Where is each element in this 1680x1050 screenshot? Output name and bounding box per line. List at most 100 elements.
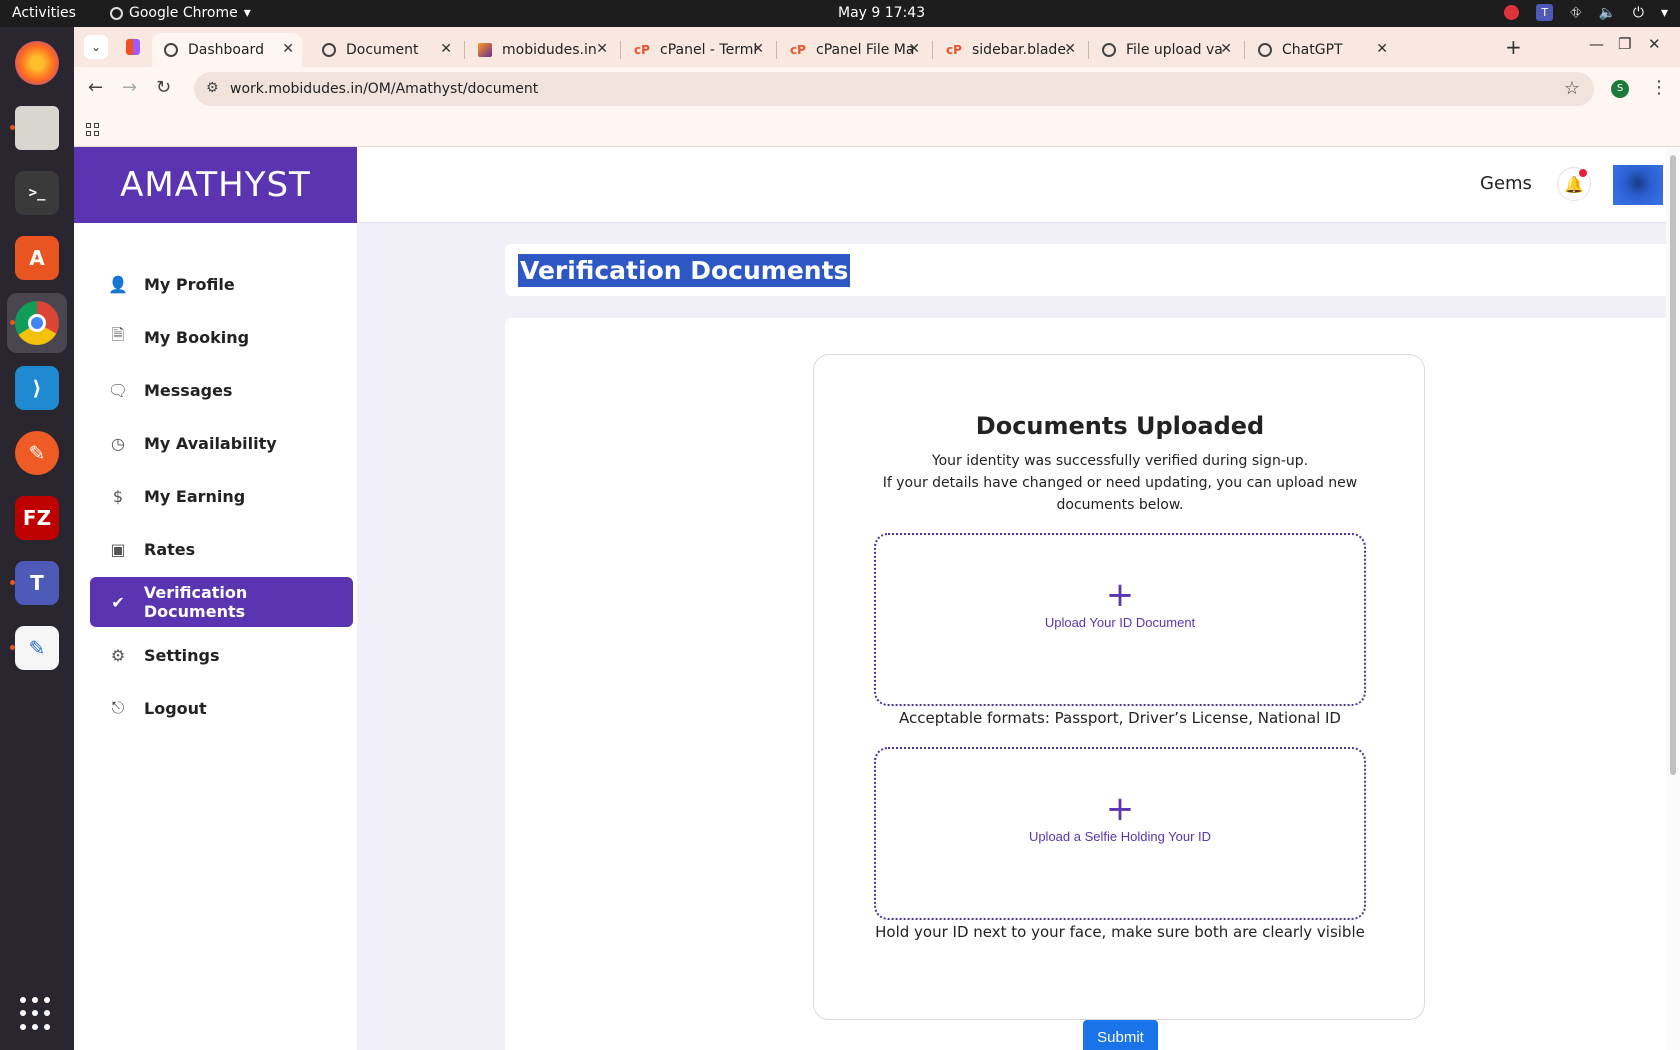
scrollbar-thumb[interactable] xyxy=(1670,155,1676,775)
tab-sidebar-blade[interactable]: cP sidebar.blade. ✕ xyxy=(934,33,1084,67)
browser-window: ⌄ Dashboard ✕ Document ✕ mobidudes.in ✕ … xyxy=(74,27,1680,147)
forward-icon[interactable]: → xyxy=(122,77,137,98)
content-panel: Documents Uploaded Your identity was suc… xyxy=(505,318,1680,1050)
sidebar-item-my-profile[interactable]: 👤 My Profile xyxy=(90,259,353,309)
system-tray[interactable]: T ⛗ 🔈 ⏻ ▾ xyxy=(1504,4,1668,21)
figma-pinned-tab[interactable] xyxy=(126,39,140,55)
activities-button[interactable]: Activities xyxy=(12,5,76,21)
sidebar-item-my-booking[interactable]: 🗎 My Booking xyxy=(90,312,353,362)
description-line: If your details have changed or need upd… xyxy=(882,475,1358,513)
card-title: Documents Uploaded xyxy=(975,412,1265,440)
close-tab-icon[interactable]: ✕ xyxy=(1220,41,1232,57)
upload-selfie-dropzone[interactable]: + Upload a Selfie Holding Your ID xyxy=(874,747,1366,920)
tab-title: File upload va xyxy=(1126,42,1223,58)
close-tab-icon[interactable]: ✕ xyxy=(282,41,294,57)
bookmarks-bar xyxy=(74,111,1680,147)
system-top-bar: Activities Google Chrome ▾ May 9 17:43 T… xyxy=(0,0,1680,27)
user-icon: 👤 xyxy=(108,274,128,294)
sidebar-item-my-earning[interactable]: $ My Earning xyxy=(90,471,353,521)
web-page: AMATHYST Gems 🔔 👤 My Profile 🗎 My Bookin… xyxy=(74,147,1680,1050)
tab-title: ChatGPT xyxy=(1282,42,1343,58)
filezilla-icon: FZ xyxy=(15,496,59,540)
close-tab-icon[interactable]: ✕ xyxy=(1376,41,1388,57)
tab-mobidudes[interactable]: mobidudes.in ✕ xyxy=(466,33,616,67)
dock-postman[interactable]: ✎ xyxy=(7,423,67,483)
dock-firefox[interactable] xyxy=(7,33,67,93)
sidebar-item-verification-documents[interactable]: ✔ Verification Documents xyxy=(90,577,353,627)
restore-icon[interactable]: ❐ xyxy=(1618,35,1631,53)
page-title: Verification Documents xyxy=(518,254,851,287)
minimize-icon[interactable]: — xyxy=(1589,35,1604,53)
tab-cpanel-terminal[interactable]: cP cPanel - Termi ✕ xyxy=(622,33,772,67)
close-tab-icon[interactable]: ✕ xyxy=(908,41,920,57)
address-bar[interactable]: ⚙ work.mobidudes.in/OM/Amathyst/document… xyxy=(194,72,1594,106)
check-circle-icon: ✔ xyxy=(111,592,125,612)
chrome-menu-icon[interactable]: ⋮ xyxy=(1650,77,1668,98)
back-icon[interactable]: ← xyxy=(88,77,103,98)
vscode-icon: ⟩ xyxy=(15,366,59,410)
submit-button[interactable]: Submit xyxy=(1083,1020,1158,1050)
url-text[interactable]: work.mobidudes.in/OM/Amathyst/document xyxy=(230,81,538,97)
upload-id-dropzone[interactable]: + Upload Your ID Document xyxy=(874,533,1366,706)
tab-file-upload[interactable]: File upload va ✕ xyxy=(1090,33,1240,67)
text-editor-icon: ✎ xyxy=(15,626,59,670)
dock-files[interactable] xyxy=(7,98,67,158)
teams-tray-icon: T xyxy=(1536,4,1554,21)
close-tab-icon[interactable]: ✕ xyxy=(596,41,608,57)
caret-down-icon: ▾ xyxy=(243,5,251,21)
show-apps-icon[interactable] xyxy=(20,997,54,1031)
page-scrollbar[interactable] xyxy=(1666,147,1680,1050)
brand-logo[interactable]: AMATHYST xyxy=(74,147,357,223)
cpanel-icon: cP xyxy=(634,43,650,57)
plus-icon: + xyxy=(1105,575,1135,615)
volume-icon: 🔈 xyxy=(1598,4,1616,21)
site-info-icon[interactable]: ⚙ xyxy=(206,80,219,96)
money-icon: ▣ xyxy=(110,539,126,559)
close-tab-icon[interactable]: ✕ xyxy=(752,41,764,57)
tab-title: mobidudes.in xyxy=(502,42,597,58)
clock-icon: ◷ xyxy=(111,433,125,453)
tab-title: Document xyxy=(346,42,419,58)
running-indicator xyxy=(10,125,15,130)
teams-icon: T xyxy=(15,561,59,605)
apps-icon[interactable] xyxy=(86,123,99,136)
dock-terminal[interactable]: >_ xyxy=(7,163,67,223)
chevron-down-icon: ▾ xyxy=(1660,4,1668,21)
clock[interactable]: May 9 17:43 xyxy=(838,5,925,21)
profile-avatar[interactable]: S xyxy=(1611,80,1629,98)
chrome-icon xyxy=(110,6,123,20)
sidebar-item-logout[interactable]: ⎋ Logout xyxy=(90,683,353,733)
sidebar-item-my-availability[interactable]: ◷ My Availability xyxy=(90,418,353,468)
dock-filezilla[interactable]: FZ xyxy=(7,488,67,548)
tab-search-button[interactable]: ⌄ xyxy=(84,35,108,59)
dock-text-editor[interactable]: ✎ xyxy=(7,618,67,678)
gems-link[interactable]: Gems xyxy=(1480,173,1532,194)
tab-document[interactable]: Document ✕ xyxy=(310,33,460,67)
sidebar: 👤 My Profile 🗎 My Booking 🗨 Messages ◷ M… xyxy=(74,223,357,1050)
dock-vscode[interactable]: ⟩ xyxy=(7,358,67,418)
user-avatar[interactable] xyxy=(1613,165,1663,205)
tab-chatgpt[interactable]: ChatGPT ✕ xyxy=(1246,33,1396,67)
reload-icon[interactable]: ↻ xyxy=(156,77,171,98)
sidebar-item-messages[interactable]: 🗨 Messages xyxy=(90,365,353,415)
dock-app-center[interactable]: A xyxy=(7,228,67,288)
close-tab-icon[interactable]: ✕ xyxy=(440,41,452,57)
tab-cpanel-file-manager[interactable]: cP cPanel File Ma ✕ xyxy=(778,33,928,67)
dock-teams[interactable]: T xyxy=(7,553,67,613)
bookmark-star-icon[interactable]: ☆ xyxy=(1564,78,1580,99)
tab-dashboard[interactable]: Dashboard ✕ xyxy=(152,33,302,67)
selfie-hint: Hold your ID next to your face, make sur… xyxy=(875,923,1365,941)
dollar-icon: $ xyxy=(112,486,124,506)
close-window-icon[interactable]: ✕ xyxy=(1648,35,1661,53)
app-menu-label: Google Chrome xyxy=(129,5,238,21)
dock-chrome[interactable] xyxy=(7,293,67,353)
mobidudes-favicon xyxy=(478,43,492,57)
globe-icon xyxy=(164,43,178,57)
new-tab-icon[interactable]: + xyxy=(1505,35,1522,59)
close-tab-icon[interactable]: ✕ xyxy=(1064,41,1076,57)
app-menu[interactable]: Google Chrome ▾ xyxy=(110,5,251,21)
tab-title: cPanel File Ma xyxy=(816,42,915,58)
sidebar-item-settings[interactable]: ⚙ Settings xyxy=(90,630,353,680)
sidebar-item-rates[interactable]: ▣ Rates xyxy=(90,524,353,574)
tab-title: cPanel - Termi xyxy=(660,42,758,58)
